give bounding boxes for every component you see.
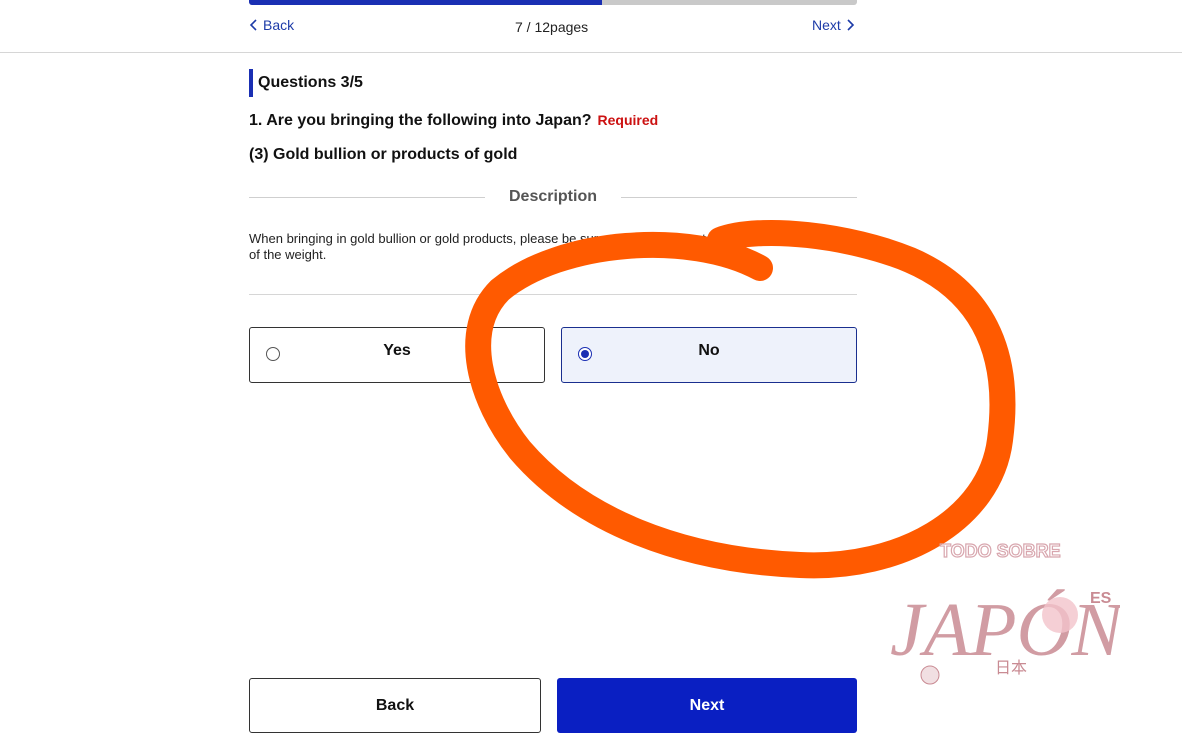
option-yes-label: Yes bbox=[383, 342, 411, 359]
top-back-label: Back bbox=[263, 17, 295, 33]
progress-bar bbox=[249, 0, 857, 5]
watermark-main-text: JAPÓN bbox=[890, 588, 1120, 672]
option-no[interactable]: No bbox=[561, 327, 857, 383]
question-counter-heading: Questions 3/5 bbox=[249, 69, 363, 97]
top-back-link[interactable]: Back bbox=[249, 17, 294, 33]
required-badge: Required bbox=[597, 112, 659, 128]
next-button[interactable]: Next bbox=[557, 678, 857, 733]
description-bottom-divider bbox=[249, 294, 857, 295]
watermark-top-text: TODO SOBRE bbox=[940, 541, 1061, 561]
option-yes[interactable]: Yes bbox=[249, 327, 545, 383]
description-divider-right bbox=[621, 197, 857, 198]
chevron-left-icon bbox=[249, 19, 257, 31]
progress-bar-fill bbox=[249, 0, 602, 5]
description-header: Description bbox=[249, 186, 857, 208]
question-subtext: (3) Gold bullion or products of gold bbox=[249, 146, 518, 163]
back-button[interactable]: Back bbox=[249, 678, 541, 733]
watermark-kanji-text: 日本 bbox=[995, 658, 1027, 677]
chevron-right-icon bbox=[847, 19, 854, 31]
top-next-link[interactable]: Next bbox=[812, 17, 855, 33]
question-label: 1. Are you bringing the following into J… bbox=[249, 112, 592, 129]
watermark-mascot-icon bbox=[1042, 597, 1078, 633]
watermark-daruma-icon bbox=[920, 665, 940, 685]
description-body: When bringing in gold bullion or gold pr… bbox=[249, 231, 854, 262]
watermark-suffix-text: ES bbox=[1090, 590, 1112, 607]
option-no-label: No bbox=[698, 342, 720, 359]
question-text: 1. Are you bringing the following into J… bbox=[249, 112, 658, 130]
watermark-logo: TODO SOBRE JAPÓN ES 日本 bbox=[890, 540, 1120, 685]
top-next-label: Next bbox=[812, 17, 841, 33]
header-divider bbox=[0, 52, 1182, 53]
